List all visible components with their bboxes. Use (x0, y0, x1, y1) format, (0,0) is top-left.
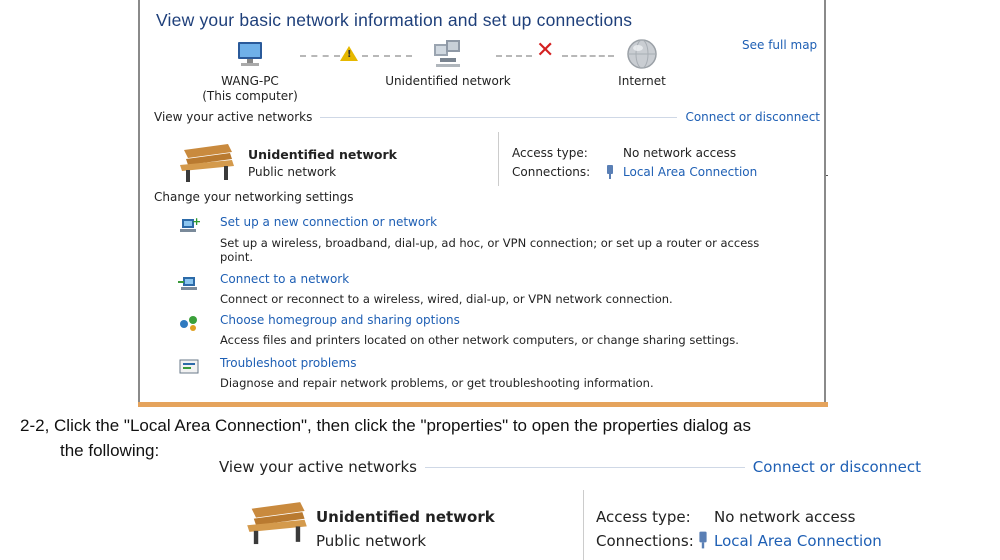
section-divider (320, 116, 678, 118)
panel-bottom-border (138, 402, 828, 407)
network-sharing-center-panel: View your basic network information and … (138, 0, 826, 402)
map-connector-3 (496, 55, 532, 57)
local-area-connection-link-zoom[interactable]: Local Area Connection (714, 532, 882, 550)
vertical-divider (498, 132, 499, 186)
active-networks-header: View your active networks Connect or dis… (154, 110, 820, 124)
task-setup-desc: Set up a wireless, broadband, dial-up, a… (220, 236, 760, 264)
instruction-line-1: 2-2, Click the "Local Area Connection", … (20, 416, 751, 435)
ethernet-icon-zoom (699, 531, 707, 549)
bench-icon-zoom (247, 502, 307, 545)
map-connector-2 (362, 55, 412, 57)
globe-icon[interactable] (626, 38, 658, 70)
computer-sub: (This computer) (202, 89, 298, 103)
see-full-map-link[interactable]: See full map (742, 38, 817, 52)
active-networks-zoomed-panel: View your active networks Connect or dis… (205, 450, 1000, 560)
ethernet-icon (607, 165, 613, 179)
connect-or-disconnect-link-zoom[interactable]: Connect or disconnect (753, 458, 921, 476)
active-networks-label: View your active networks (154, 110, 313, 124)
vertical-divider-zoom (583, 490, 584, 560)
active-networks-header-zoom: View your active networks Connect or dis… (219, 458, 921, 476)
access-type-label-zoom: Access type: (596, 508, 691, 526)
network-node-label: Unidentified network (385, 74, 511, 88)
access-type-value-zoom: No network access (714, 508, 856, 526)
task-homegroup-desc: Access files and printers located on oth… (220, 333, 739, 347)
map-connector-4 (562, 55, 614, 57)
change-settings-label: Change your networking settings (154, 190, 354, 204)
new-connection-icon: + (180, 216, 200, 232)
access-type-value: No network access (623, 146, 737, 160)
task-connect-to-network[interactable]: Connect to a network (220, 272, 349, 286)
homegroup-icon (180, 316, 197, 331)
map-connector-1 (300, 55, 340, 57)
network-type-zoom: Public network (316, 532, 427, 550)
task-homegroup-sharing[interactable]: Choose homegroup and sharing options (220, 313, 460, 327)
computer-name: WANG-PC (221, 74, 279, 88)
computer-node: WANG-PC (This computer) (190, 74, 310, 104)
connect-network-icon (178, 277, 197, 290)
network-name: Unidentified network (248, 147, 397, 162)
section-divider-zoom (424, 466, 745, 468)
active-networks-label-zoom: View your active networks (219, 458, 417, 476)
task-troubleshoot-desc: Diagnose and repair network problems, or… (220, 376, 654, 390)
connections-label: Connections: (512, 165, 591, 179)
network-name-zoom: Unidentified network (316, 508, 495, 526)
local-area-connection-link[interactable]: Local Area Connection (623, 165, 757, 179)
network-icon[interactable] (430, 38, 464, 70)
error-x-icon: ✕ (536, 38, 555, 63)
page-title: View your basic network information and … (156, 10, 633, 30)
svg-text:+: + (192, 216, 200, 228)
task-troubleshoot[interactable]: Troubleshoot problems (220, 356, 356, 370)
task-setup-new-connection[interactable]: Set up a new connection or network (220, 215, 437, 229)
computer-icon[interactable] (232, 40, 268, 70)
internet-node-label: Internet (618, 74, 666, 88)
connections-label-zoom: Connections: (596, 532, 694, 550)
troubleshoot-icon (179, 359, 199, 374)
connect-or-disconnect-link[interactable]: Connect or disconnect (685, 110, 820, 124)
task-connect-desc: Connect or reconnect to a wireless, wire… (220, 292, 673, 306)
bench-icon (180, 144, 234, 182)
network-type: Public network (248, 165, 337, 179)
access-type-label: Access type: (512, 146, 588, 160)
